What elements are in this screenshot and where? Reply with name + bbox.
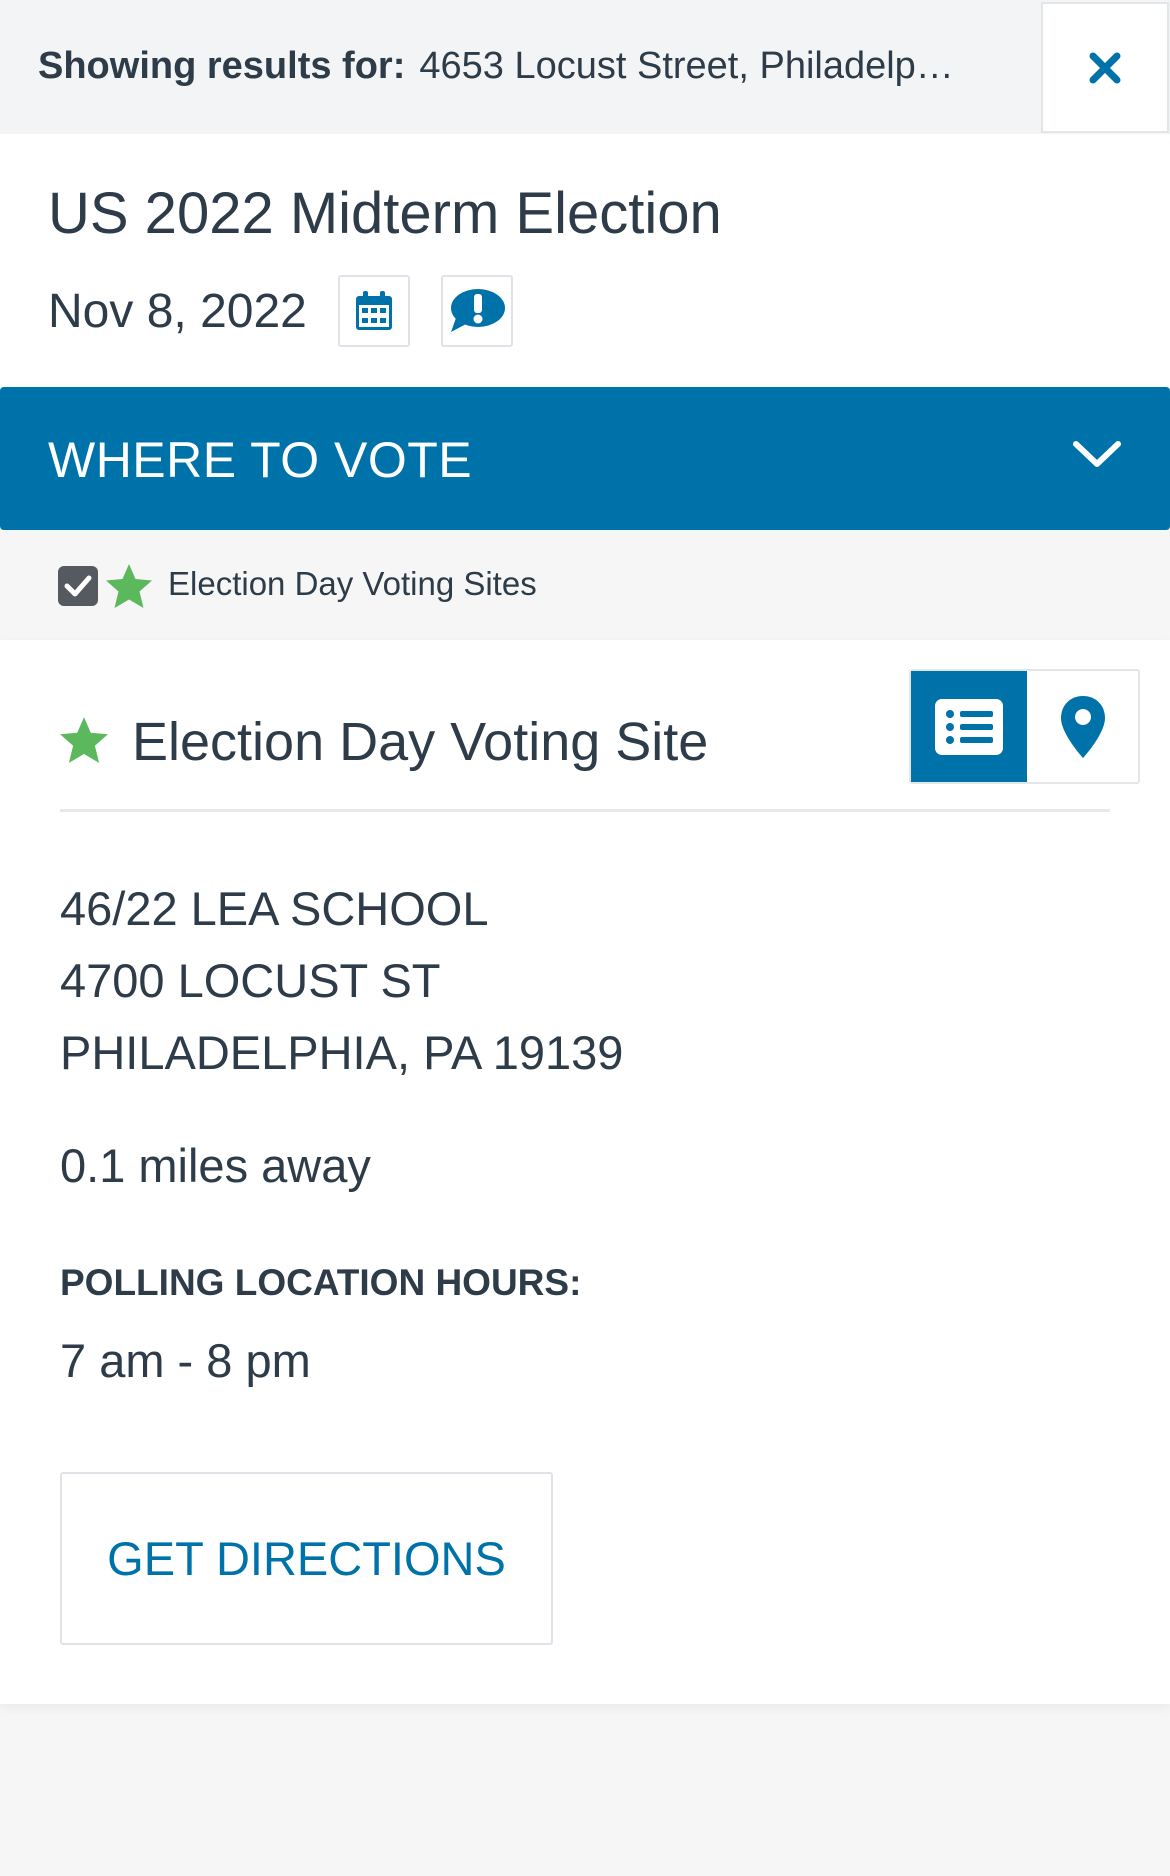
site-distance: 0.1 miles away [60, 1139, 371, 1192]
map-pin-icon [1060, 695, 1105, 758]
view-toggle [909, 669, 1140, 784]
election-date: Nov 8, 2022 [48, 285, 307, 338]
add-to-calendar-button[interactable] [338, 275, 410, 347]
close-icon [1089, 52, 1121, 83]
map-view-button[interactable] [1027, 671, 1138, 782]
list-view-button[interactable] [911, 671, 1027, 782]
election-alert-button[interactable] [441, 275, 513, 347]
address-line: PHILADELPHIA, PA 19139 [60, 1026, 624, 1079]
calendar-icon [356, 291, 392, 330]
chevron-down-icon [1073, 441, 1121, 467]
filter-label: Election Day Voting Sites [168, 565, 537, 602]
get-directions-button[interactable]: GET DIRECTIONS [60, 1472, 553, 1645]
site-address: 46/22 LEA SCHOOL 4700 LOCUST ST PHILADEL… [60, 873, 623, 1089]
voting-info-page: Showing results for: 4653 Locust Street, … [0, 0, 1170, 1876]
search-label: Showing results for: [38, 45, 406, 87]
hours-value: 7 am - 8 pm [60, 1334, 311, 1387]
list-view-icon [935, 698, 1003, 755]
site-type-title: Election Day Voting Site [132, 712, 709, 772]
star-icon [60, 717, 108, 763]
address-line: 4700 LOCUST ST [60, 954, 441, 1007]
search-results-bar: Showing results for: 4653 Locust Street, … [0, 0, 1170, 134]
election-day-sites-checkbox[interactable] [58, 566, 98, 606]
card-divider [60, 809, 1110, 812]
close-button[interactable] [1041, 2, 1169, 133]
search-address[interactable]: 4653 Locust Street, Philadelp… [419, 45, 953, 87]
star-icon [106, 564, 152, 608]
address-line: 46/22 LEA SCHOOL [60, 882, 489, 935]
voting-site-card: Election Day Voting Site 46/22 LEA SCHOO… [0, 640, 1170, 1704]
checkmark-icon [64, 575, 92, 597]
hours-label: POLLING LOCATION HOURS: [60, 1262, 582, 1303]
section-title: WHERE TO VOTE [48, 432, 473, 488]
where-to-vote-toggle[interactable]: WHERE TO VOTE [0, 387, 1170, 530]
alert-bubble-icon [451, 289, 505, 332]
election-title: US 2022 Midterm Election [48, 181, 722, 246]
search-summary: Showing results for: 4653 Locust Street, … [38, 43, 954, 89]
election-header: US 2022 Midterm Election Nov 8, 2022 [0, 134, 1170, 387]
site-filter-row: Election Day Voting Sites [0, 530, 1170, 640]
